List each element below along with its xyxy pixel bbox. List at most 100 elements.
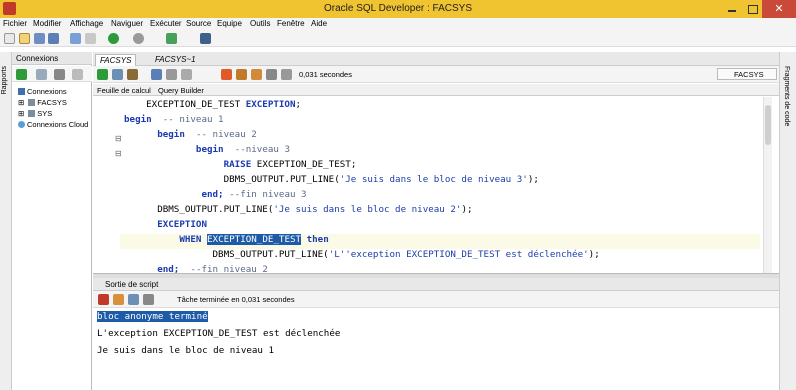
- binoculars-icon[interactable]: [200, 33, 211, 44]
- fold-marker[interactable]: ⊟: [115, 134, 122, 143]
- code-token: -- niveau 2: [184, 129, 257, 140]
- redo-icon[interactable]: [85, 33, 96, 44]
- tab-facsys[interactable]: FACSYS: [95, 54, 137, 66]
- tree-item-cloud[interactable]: Connexions Cloud: [18, 120, 88, 129]
- code-token: begin: [195, 144, 224, 155]
- editor-tab-bar: FACSYS FACSYS~1: [93, 52, 779, 66]
- commit-icon[interactable]: [127, 69, 138, 80]
- code-line: EXCEPTION_DE_TEST EXCEPTION;: [124, 99, 301, 110]
- pin-icon[interactable]: [98, 294, 109, 305]
- execution-time: 0,031 secondes: [299, 70, 352, 79]
- tab-facsys-1[interactable]: FACSYS~1: [151, 54, 200, 66]
- menu-item-aide[interactable]: Aide: [311, 19, 327, 28]
- sql-tuning-icon[interactable]: [221, 69, 232, 80]
- code-token: 'Je suis dans le bloc de niveau 3': [339, 174, 528, 185]
- menu-item-modifier[interactable]: Modifier: [33, 19, 61, 28]
- run-script-icon[interactable]: [112, 69, 123, 80]
- reports-tab[interactable]: Rapports: [1, 66, 8, 94]
- schema-browser-icon[interactable]: [72, 69, 83, 80]
- refresh-icon[interactable]: [36, 69, 47, 80]
- maximize-button[interactable]: [742, 0, 762, 18]
- code-token: DBMS_OUTPUT.PUT_LINE(: [124, 249, 329, 260]
- right-side-strip: Fragments de code: [779, 52, 796, 390]
- database-icon: [28, 110, 36, 117]
- code-line: DBMS_OUTPUT.PUT_LINE('L''exception EXCEP…: [124, 249, 600, 260]
- code-token: --fin niveau 3: [223, 189, 307, 200]
- code-line: WHEN EXCEPTION_DE_TEST then: [124, 234, 329, 245]
- code-token: );: [527, 174, 539, 185]
- explain-plan-icon[interactable]: [166, 69, 177, 80]
- filter-icon[interactable]: [54, 69, 65, 80]
- run-statement-icon[interactable]: [97, 69, 108, 80]
- code-line: end; --fin niveau 2: [124, 264, 268, 273]
- open-folder-icon[interactable]: [19, 33, 30, 44]
- code-line: begin --niveau 3: [124, 144, 290, 155]
- unshared-worksheet-icon[interactable]: [281, 69, 292, 80]
- fold-marker[interactable]: ⊟: [115, 149, 122, 158]
- autotrace-icon[interactable]: [181, 69, 192, 80]
- editor-scrollbar[interactable]: [763, 97, 772, 273]
- output-line: L'exception EXCEPTION_DE_TEST est déclen…: [97, 328, 341, 339]
- scrollbar-thumb[interactable]: [765, 105, 771, 145]
- menu-item-affichage[interactable]: Affichage: [70, 19, 103, 28]
- menu-item-source[interactable]: Source: [186, 19, 211, 28]
- save-icon[interactable]: [34, 33, 45, 44]
- output-line: Je suis dans le bloc de niveau 1: [97, 345, 275, 356]
- code-line: EXCEPTION: [124, 219, 207, 230]
- editor-gutter: ⊟ ⊟: [93, 97, 122, 273]
- main-toolbar: [0, 31, 796, 47]
- code-token: then: [306, 234, 329, 245]
- code-snippets-tab[interactable]: Fragments de code: [783, 66, 790, 126]
- minimize-button[interactable]: [722, 0, 742, 18]
- print-icon[interactable]: [143, 294, 154, 305]
- menu-item-fenetre[interactable]: Fenêtre: [277, 19, 305, 28]
- connections-tab[interactable]: Connexions: [12, 52, 92, 65]
- output-line: bloc anonyme terminé: [97, 311, 208, 322]
- tab-feuille-de-calcul[interactable]: Feuille de calcul: [97, 86, 151, 95]
- menu-item-equipe[interactable]: Equipe: [217, 19, 242, 28]
- task-status: Tâche terminée en 0,031 secondes: [177, 295, 295, 304]
- code-line: RAISE EXCEPTION_DE_TEST;: [124, 159, 357, 170]
- script-output-tab-label: Sortie de script: [105, 280, 159, 289]
- code-token: );: [588, 249, 600, 260]
- tree-item-connexions[interactable]: Connexions: [18, 87, 67, 96]
- code-token: end;: [201, 189, 224, 200]
- cloud-icon: [18, 121, 25, 128]
- migrate-icon[interactable]: [166, 33, 177, 44]
- code-token: EXCEPTION_DE_TEST: [124, 99, 246, 110]
- format-icon[interactable]: [236, 69, 247, 80]
- menu-item-outils[interactable]: Outils: [250, 19, 270, 28]
- save-all-icon[interactable]: [48, 33, 59, 44]
- menu-item-executer[interactable]: Exécuter: [150, 19, 182, 28]
- new-file-icon[interactable]: [4, 33, 15, 44]
- connections-panel: Connexions Connexions ⊞ FACSYS ⊞ SYS Conne…: [12, 52, 92, 390]
- tree-item-sys[interactable]: ⊞ SYS: [18, 109, 52, 118]
- connections-tab-label: Connexions: [16, 54, 59, 63]
- save-output-icon[interactable]: [128, 294, 139, 305]
- menu-item-naviguer[interactable]: Naviguer: [111, 19, 143, 28]
- code-token: begin: [124, 114, 152, 125]
- add-connection-icon[interactable]: [16, 69, 27, 80]
- code-editor[interactable]: ⊟ ⊟ EXCEPTION_DE_TEST EXCEPTION; begin --…: [93, 97, 779, 273]
- undo-icon[interactable]: [70, 33, 81, 44]
- menu-item-fichier[interactable]: Fichier: [3, 19, 27, 28]
- rollback-icon[interactable]: [151, 69, 162, 80]
- code-token: EXCEPTION: [157, 219, 207, 230]
- script-output-area[interactable]: bloc anonyme terminé L'exception EXCEPTI…: [93, 308, 779, 390]
- code-token: --fin niveau 2: [179, 264, 268, 273]
- worksheet-toolbar: 0,031 secondes FACSYS: [93, 66, 779, 83]
- script-output-tab[interactable]: Sortie de script: [93, 278, 779, 291]
- forward-icon[interactable]: [133, 33, 144, 44]
- connection-select[interactable]: FACSYS: [717, 68, 777, 80]
- tab-query-builder[interactable]: Query Builder: [158, 86, 204, 95]
- tree-item-facsys[interactable]: ⊞ FACSYS: [18, 98, 67, 107]
- eraser-icon[interactable]: [113, 294, 124, 305]
- folder-icon: [18, 88, 25, 95]
- history-icon[interactable]: [266, 69, 277, 80]
- back-icon[interactable]: [108, 33, 119, 44]
- code-token: );: [461, 204, 473, 215]
- close-button[interactable]: ✕: [762, 0, 796, 18]
- code-token: begin: [157, 129, 185, 140]
- clear-icon[interactable]: [251, 69, 262, 80]
